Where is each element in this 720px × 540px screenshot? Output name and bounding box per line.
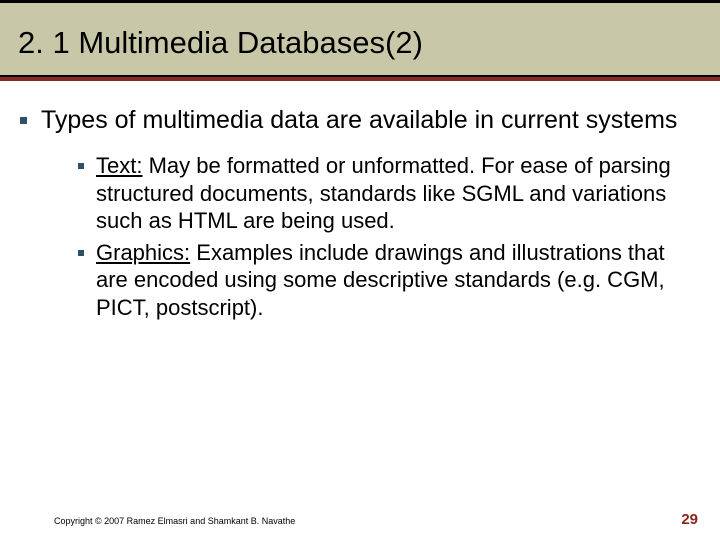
slide-title: 2. 1 Multimedia Databases(2) bbox=[18, 25, 702, 61]
item-label: Text: bbox=[96, 153, 142, 178]
item-body: May be formatted or unformatted. For eas… bbox=[96, 153, 671, 233]
bullet-level1: Types of multimedia data are available i… bbox=[20, 105, 690, 136]
item-label: Graphics: bbox=[96, 240, 190, 265]
level2-list: Text: May be formatted or unformatted. F… bbox=[20, 146, 690, 321]
copyright-text: Copyright © 2007 Ramez Elmasri and Shamk… bbox=[54, 516, 295, 526]
page-number: 29 bbox=[681, 511, 698, 528]
level1-text: Types of multimedia data are available i… bbox=[41, 105, 677, 136]
bullet-level2: Graphics: Examples include drawings and … bbox=[78, 239, 690, 322]
footer: Copyright © 2007 Ramez Elmasri and Shamk… bbox=[0, 511, 720, 528]
square-bullet-icon bbox=[78, 250, 84, 256]
level2-text: Text: May be formatted or unformatted. F… bbox=[96, 152, 690, 235]
title-band: 2. 1 Multimedia Databases(2) bbox=[0, 3, 720, 77]
content-area: Types of multimedia data are available i… bbox=[0, 81, 720, 335]
bullet-level2: Text: May be formatted or unformatted. F… bbox=[78, 152, 690, 235]
square-bullet-icon bbox=[78, 163, 84, 169]
level2-text: Graphics: Examples include drawings and … bbox=[96, 239, 690, 322]
square-bullet-icon bbox=[20, 117, 27, 124]
